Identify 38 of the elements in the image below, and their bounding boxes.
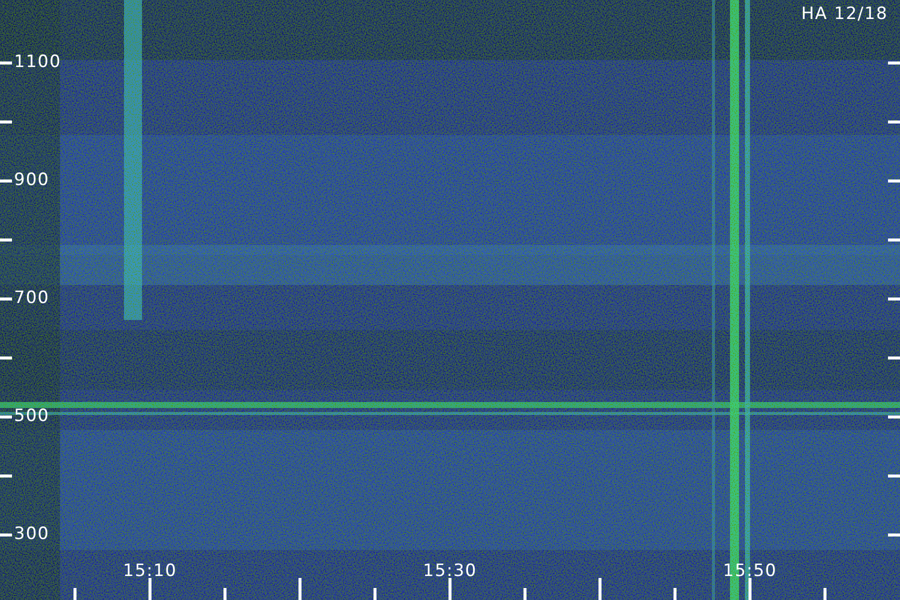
plot-title: HA 12/18 (801, 6, 888, 23)
tick-mark (524, 588, 526, 600)
y-axis-label: 500 (14, 408, 50, 425)
y-axis-label: 1100 (14, 54, 62, 71)
tick-mark (888, 238, 900, 242)
tick-mark (0, 298, 12, 300)
y-axis-label: 700 (14, 290, 50, 307)
x-axis-label: 15:30 (423, 563, 477, 580)
tick-mark (74, 588, 76, 600)
tick-mark (0, 356, 12, 360)
tick-mark (0, 416, 12, 418)
tick-mark (0, 180, 12, 182)
tick-mark (824, 588, 826, 600)
tick-mark (748, 578, 752, 600)
tick-mark (888, 416, 900, 418)
x-axis-label: 15:50 (723, 563, 777, 580)
tick-mark (598, 578, 602, 600)
tick-mark (298, 578, 302, 600)
tick-mark (888, 534, 900, 536)
tick-mark (888, 180, 900, 182)
tick-mark (888, 120, 900, 124)
tick-mark (374, 588, 376, 600)
tick-mark (888, 298, 900, 300)
tick-mark (0, 534, 12, 536)
y-axis-label: 300 (14, 526, 50, 543)
tick-mark (148, 578, 152, 600)
tick-mark (0, 474, 12, 478)
tick-mark (224, 588, 226, 600)
tick-mark (888, 62, 900, 64)
tick-mark (0, 120, 12, 124)
tick-mark (0, 62, 12, 64)
tick-mark (888, 356, 900, 360)
tick-mark (0, 238, 12, 242)
tick-mark (448, 578, 452, 600)
tick-mark (674, 588, 676, 600)
y-axis-label: 900 (14, 172, 50, 189)
tick-mark (888, 474, 900, 478)
x-axis-label: 15:10 (123, 563, 177, 580)
